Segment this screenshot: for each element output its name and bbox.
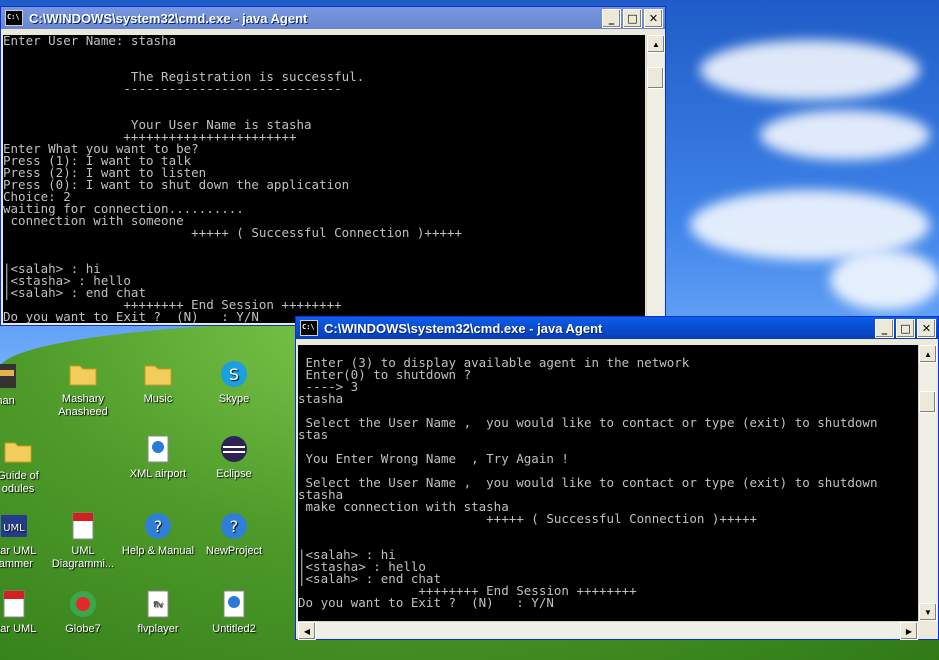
horizontal-scrollbar[interactable]: ◀ ▶ [298, 621, 918, 640]
minimize-button[interactable]: _ [602, 8, 621, 28]
console-line: Press (0): I want to shut down the appli… [3, 177, 350, 192]
scroll-up-button[interactable]: ▲ [919, 345, 937, 363]
desktop-icon-guide[interactable]: Guide of odules [0, 435, 56, 496]
maximize-button[interactable]: □ [896, 318, 915, 338]
desktop-icon-untitled2[interactable]: Untitled2 [196, 588, 272, 636]
desktop-icon-xml-airport[interactable]: XML airport [120, 433, 196, 481]
desktop-icon-label: UML Diagrammi... [51, 545, 115, 570]
eclipse-icon [221, 436, 247, 462]
help-manual-icon: ? [145, 513, 171, 539]
svg-text:S: S [229, 365, 239, 384]
desktop-icon-mashary[interactable]: Mashary Anasheed [45, 358, 121, 419]
help-manual-icon: ? [221, 513, 247, 539]
desktop-icon-help-manual[interactable]: ? Help & Manual [120, 510, 196, 558]
pdf-icon [72, 512, 94, 540]
uml-icon: UML [1, 515, 27, 537]
desktop-icon-newproject[interactable]: ? NewProject [196, 510, 272, 558]
minimize-button[interactable]: _ [875, 318, 894, 338]
desktop-icon-label: Skype [218, 393, 250, 405]
desktop-icon-label: NewProject [205, 545, 263, 557]
desktop-icon-music[interactable]: Music [120, 358, 196, 406]
console-line: stas [298, 427, 329, 442]
cmd-icon [5, 10, 23, 26]
console-line: stasha [298, 391, 344, 406]
desktop-icon-label: XML airport [129, 468, 187, 480]
xml-document-icon [147, 435, 169, 463]
app-icon [0, 364, 16, 388]
pdf-icon [3, 590, 25, 618]
svg-text:flv: flv [153, 600, 163, 609]
folder-icon [69, 365, 97, 386]
console-line: Enter(0) to shutdown ? [298, 367, 472, 382]
xml-document-icon [223, 590, 245, 618]
desktop-icon-label: flvplayer [137, 623, 179, 635]
folder-icon [4, 442, 32, 463]
window-title: C:\WINDOWS\system32\cmd.exe - java Agent [29, 10, 308, 26]
desktop-icon-label: Mashary Anasheed [58, 393, 108, 418]
cmd-window-back[interactable]: C:\WINDOWS\system32\cmd.exe - java Agent… [0, 6, 666, 326]
close-button[interactable]: ✕ [644, 8, 663, 28]
vertical-scrollbar[interactable]: ▲ [646, 35, 665, 325]
desktop-icon-than[interactable]: than [0, 360, 42, 408]
close-button[interactable]: ✕ [917, 318, 936, 338]
desktop-icon-label: than [0, 395, 15, 407]
svg-text:?: ? [154, 517, 163, 536]
desktop-icon-label: Untitled2 [212, 623, 256, 635]
skype-icon: S [221, 361, 247, 387]
desktop-icon-label: Guide of odules [0, 470, 39, 495]
console-line: You Enter Wrong Name , Try Again ! [298, 451, 569, 466]
desktop-icon-globe7[interactable]: Globe7 [45, 588, 121, 636]
console-line: Select the User Name , you would like to… [298, 415, 878, 430]
desktop-icon-flvplayer[interactable]: flv flvplayer [120, 588, 196, 636]
console-line: ----------------------------- [3, 81, 342, 96]
console-line: Enter User Name: stasha [3, 35, 177, 48]
desktop-icon-label: Globe7 [65, 623, 101, 635]
scroll-thumb[interactable] [919, 391, 936, 413]
console-output[interactable]: Enter User Name: stasha The Registration… [3, 35, 645, 323]
flvplayer-icon: flv [147, 590, 169, 618]
scroll-down-button[interactable]: ▼ [919, 603, 937, 621]
desktop-icon-label: star UML [0, 623, 37, 635]
console-line: +++++ ( Successful Connection )+++++ [298, 511, 758, 526]
console-line: ----> 3 [298, 379, 359, 394]
desktop-icon-eclipse[interactable]: Eclipse [196, 433, 272, 481]
console-line: Select the User Name , you would like to… [298, 475, 878, 490]
titlebar[interactable]: C:\WINDOWS\system32\cmd.exe - java Agent… [1, 7, 665, 29]
globe7-icon [70, 591, 96, 617]
vertical-scrollbar[interactable]: ▲ ▼ [918, 345, 937, 621]
svg-text:UML: UML [3, 523, 25, 534]
desktop-icon-uml-diagramming[interactable]: UML Diagrammi... [45, 510, 121, 571]
desktop-icon-label: Help & Manual [121, 545, 195, 557]
scroll-thumb[interactable] [647, 67, 664, 89]
desktop-icon-label: star UML rammer [0, 545, 37, 570]
desktop-icon-label: Eclipse [216, 468, 252, 480]
desktop-icon-skype[interactable]: S Skype [196, 358, 272, 406]
console-output[interactable]: Enter (3) to display available agent in … [298, 345, 918, 621]
cmd-icon [300, 320, 318, 336]
scroll-left-button[interactable]: ◀ [298, 622, 316, 640]
cmd-window-front[interactable]: C:\WINDOWS\system32\cmd.exe - java Agent… [295, 316, 939, 640]
folder-icon [144, 365, 172, 386]
scroll-right-button[interactable]: ▶ [900, 622, 918, 640]
scroll-up-button[interactable]: ▲ [647, 35, 665, 53]
maximize-button[interactable]: □ [623, 8, 642, 28]
console-line: +++++ ( Successful Connection )+++++ [3, 225, 463, 240]
desktop-icon-label: Music [143, 393, 173, 405]
svg-text:?: ? [230, 517, 239, 536]
window-title: C:\WINDOWS\system32\cmd.exe - java Agent [324, 320, 603, 336]
console-line: Do you want to Exit ? (N) : Y/N [298, 595, 554, 610]
titlebar[interactable]: C:\WINDOWS\system32\cmd.exe - java Agent… [296, 317, 938, 339]
